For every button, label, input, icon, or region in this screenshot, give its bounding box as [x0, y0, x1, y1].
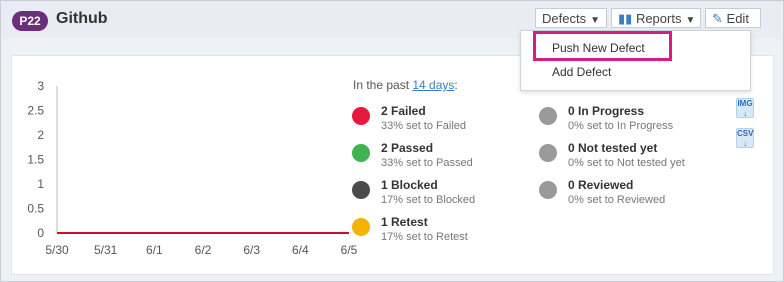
time-range-link[interactable]: 14 days: [412, 78, 454, 92]
status-dot: [352, 218, 370, 236]
status-dot: [539, 144, 557, 162]
status-count: 2 Failed: [381, 104, 426, 118]
y-tick-label: 0.5: [27, 202, 44, 216]
status-count: 1 Blocked: [381, 178, 438, 192]
x-tick-label: 5/31: [94, 243, 118, 257]
y-tick-label: 1.5: [27, 153, 44, 167]
x-tick-label: 6/1: [146, 243, 163, 257]
status-count: 0 In Progress: [568, 104, 645, 118]
status-percentage: 0% set to Not tested yet: [568, 157, 685, 169]
status-dot: [352, 144, 370, 162]
status-count: 0 Not tested yet: [568, 141, 658, 155]
x-tick-label: 6/2: [195, 243, 212, 257]
export-image-icon[interactable]: IMG ↓: [736, 98, 754, 118]
status-percentage: 17% set to Retest: [381, 231, 468, 243]
status-percentage: 17% set to Blocked: [381, 194, 476, 206]
status-percentage: 0% set to Reviewed: [568, 194, 666, 206]
y-tick-label: 2.5: [27, 104, 44, 118]
status-dot: [539, 107, 557, 125]
status-count: 2 Passed: [381, 141, 434, 155]
export-image-label: IMG: [737, 99, 753, 108]
time-range-suffix: :: [454, 78, 458, 92]
status-percentage: 33% set to Passed: [381, 157, 473, 169]
status-percentage: 33% set to Failed: [381, 120, 466, 132]
time-range-summary: In the past 14 days:: [353, 78, 458, 92]
y-tick-label: 1: [37, 177, 44, 191]
export-csv-icon[interactable]: CSV ↓: [736, 128, 754, 148]
x-tick-label: 6/3: [243, 243, 260, 257]
status-dot: [352, 181, 370, 199]
menu-item-add-defect[interactable]: Add Defect: [552, 65, 611, 79]
status-dot: [352, 107, 370, 125]
x-tick-label: 5/30: [45, 243, 69, 257]
status-percentage: 0% set to In Progress: [568, 120, 674, 132]
download-arrow-icon: ↓: [743, 139, 747, 148]
status-count: 0 Reviewed: [568, 178, 634, 192]
status-count: 1 Retest: [381, 215, 428, 229]
y-tick-label: 3: [37, 79, 44, 93]
time-range-prefix: In the past: [353, 78, 413, 92]
x-tick-label: 6/4: [292, 243, 309, 257]
y-tick-label: 2: [37, 128, 44, 142]
y-tick-label: 0: [37, 226, 44, 240]
highlight-box: [533, 31, 672, 61]
export-csv-label: CSV: [737, 129, 754, 138]
x-tick-label: 6/5: [341, 243, 358, 257]
download-arrow-icon: ↓: [743, 109, 747, 118]
status-dot: [539, 181, 557, 199]
